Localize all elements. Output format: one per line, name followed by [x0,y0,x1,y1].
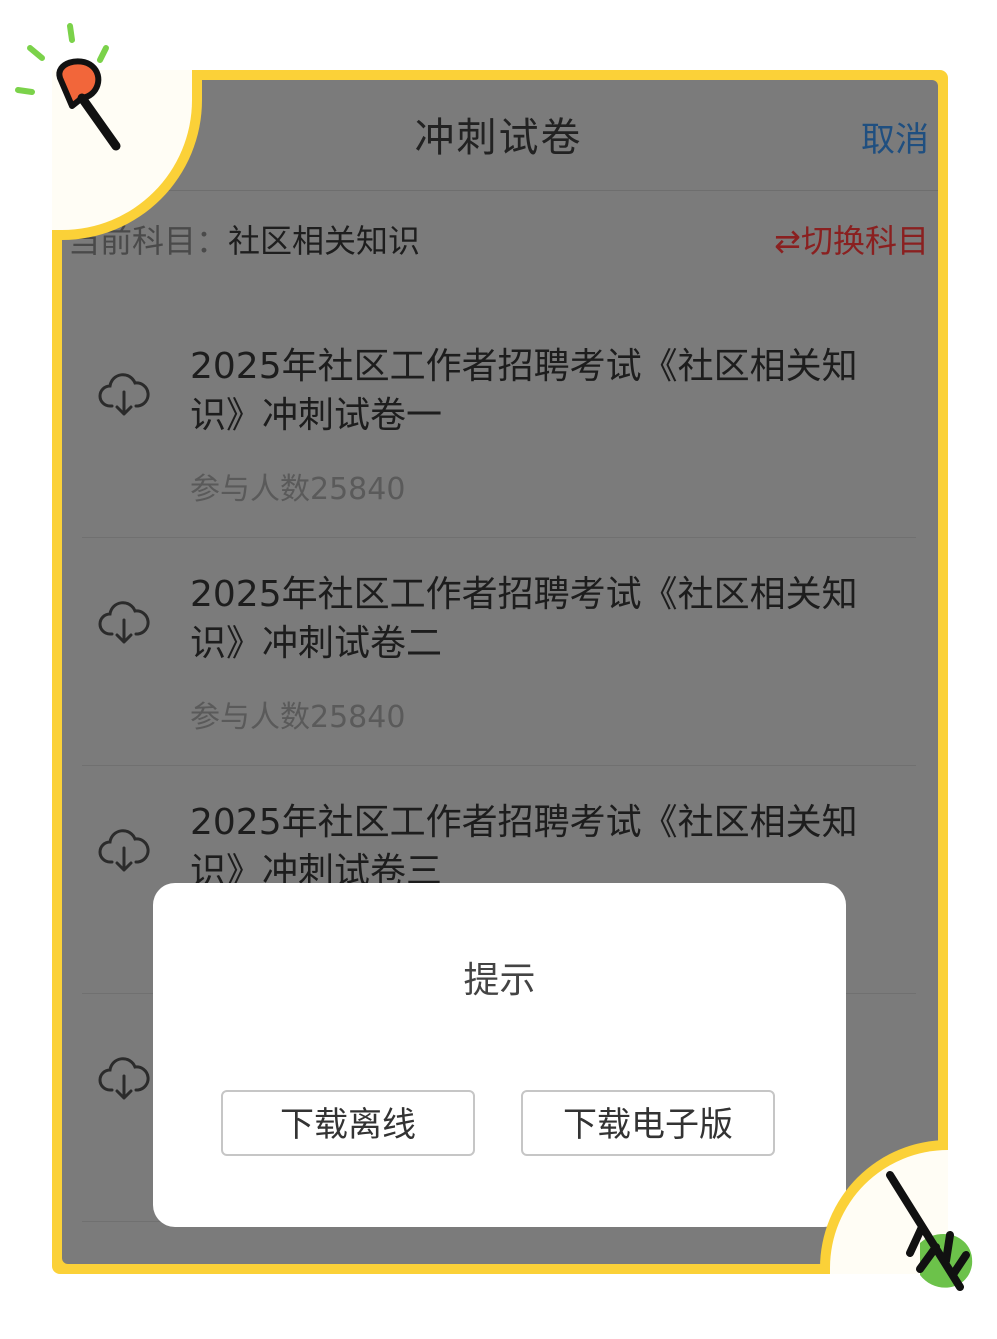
paper-title: 2025年社区工作者招聘考试《社区相关知识》冲刺试卷二 [190,574,858,664]
plant-doodle-icon [886,1171,973,1291]
header-divider [62,190,938,191]
current-subject-name: 社区相关知识 [228,222,421,260]
cloud-download-icon[interactable] [98,1052,150,1104]
paper-title: 2025年社区工作者招聘考试《社区相关知识》冲刺试卷三 [190,802,858,892]
switch-subject-button[interactable]: ⇄切换科目 [774,216,929,262]
cloud-download-icon[interactable] [98,368,150,420]
pin-doodle-icon [15,23,121,151]
download-dialog: 提示 下载离线 下载电子版 [153,883,846,1227]
list-item[interactable]: 2025年社区工作者招聘考试《社区相关知识》冲刺试卷一 参与人数25840 [82,310,916,538]
download-ebook-button[interactable]: 下载电子版 [521,1090,775,1156]
cloud-download-icon[interactable] [98,824,150,876]
paper-title: 2025年社区工作者招聘考试《社区相关知识》冲刺试卷一 [190,346,858,436]
participant-count: 参与人数25840 [190,700,406,735]
cloud-download-icon[interactable] [98,596,150,648]
dialog-title: 提示 [463,960,536,1001]
download-offline-button[interactable]: 下载离线 [221,1090,475,1156]
participant-count: 参与人数25840 [190,472,406,507]
list-item[interactable]: 2025年社区工作者招聘考试《社区相关知识》冲刺试卷二 参与人数25840 [82,538,916,766]
cancel-button[interactable]: 取消 [861,112,929,161]
